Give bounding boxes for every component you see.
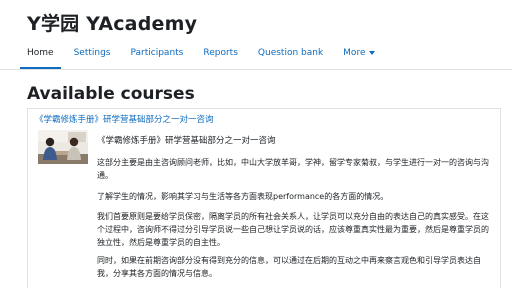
course-summary-paragraph: 这部分主要是由主咨询顾问老师，比如，中山大学放羊哥，学神，留学专家菊叔，与学生进… — [97, 158, 489, 180]
nav-item-question-bank[interactable]: Question bank — [258, 46, 323, 60]
nav-item-participants[interactable]: Participants — [131, 46, 184, 60]
site-title[interactable]: Y学园 YAcademy — [27, 9, 197, 36]
page-heading: Available courses — [27, 84, 195, 104]
nav-item-reports[interactable]: Reports — [203, 46, 238, 60]
nav-more-label: More — [343, 48, 366, 58]
course-summary-paragraph: 我们首要原则是要给学员保密，隔离学员的所有社会关系人，让学员可以充分自由的表达自… — [97, 212, 489, 247]
nav-item-settings[interactable]: Settings — [74, 46, 111, 60]
course-title-link[interactable]: 《学霸修炼手册》研学营基础部分之一对一咨询 — [35, 113, 214, 125]
course-summary-paragraph: 了解学生的情况，影响其学习与生活等各方面表现performance的各方面的情况… — [97, 192, 389, 201]
nav-item-home[interactable]: Home — [20, 46, 61, 69]
course-summary-paragraph: 同时，如果在前期咨询部分没有得到充分的信息，可以通过在后期的互动之中再来察言观色… — [97, 256, 481, 278]
course-card: 《学霸修炼手册》研学营基础部分之一对一咨询 《学霸修炼手册》研学营基础部分之一对… — [27, 108, 501, 288]
primary-navigation: Home Settings Participants Reports Quest… — [20, 46, 395, 69]
consultation-photo-icon[interactable] — [38, 130, 88, 164]
nav-more-menu[interactable]: More — [343, 46, 376, 60]
chevron-down-icon — [369, 51, 376, 55]
course-summary-title: 《学霸修炼手册》研学营基础部分之一对一咨询 — [97, 136, 276, 146]
nav-divider — [0, 69, 512, 70]
